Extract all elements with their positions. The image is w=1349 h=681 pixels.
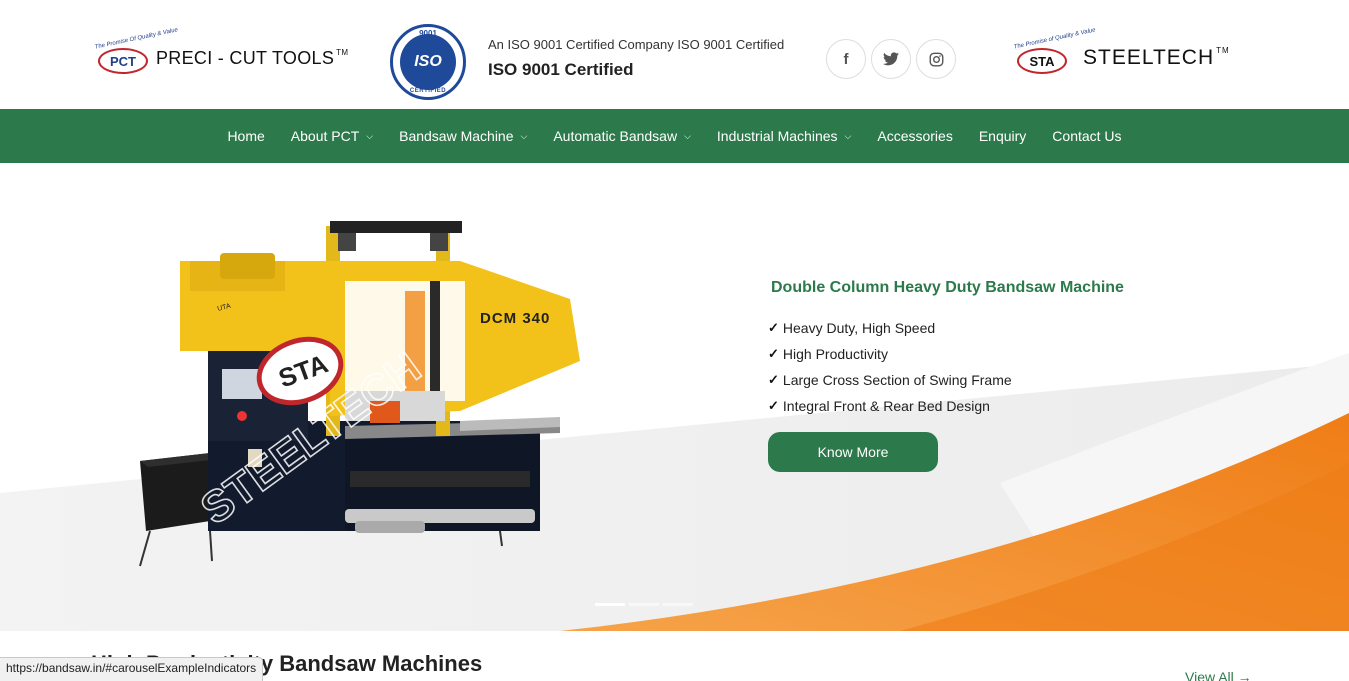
feature-item: ✓ High Productivity	[768, 346, 888, 362]
browser-status-url: https://bandsaw.in/#carouselExampleIndic…	[0, 657, 264, 681]
feature-item: ✓ Large Cross Section of Swing Frame	[768, 372, 1012, 388]
pct-brand-name: PRECI - CUT TOOLS TM	[156, 47, 349, 68]
nav-item-automatic-bandsaw[interactable]: Automatic Bandsaw ⌵	[540, 128, 704, 144]
iso-title: ISO 9001 Certified	[488, 60, 634, 79]
bandsaw-machine-image: STA UTA DCM 340 STEELTECH	[139, 221, 580, 567]
feature-list: ✓ Heavy Duty, High Speed ✓ High Productivi…	[768, 315, 1012, 419]
checkmark-icon: ✓	[768, 398, 779, 413]
carousel-indicator[interactable]	[629, 603, 659, 606]
facebook-icon: f	[843, 50, 849, 68]
social-links: f	[826, 39, 956, 79]
sta-seal-text: STA	[1017, 48, 1067, 74]
iso-badge-center: ISO	[400, 34, 456, 90]
checkmark-icon: ✓	[768, 372, 779, 387]
twitter-icon	[883, 52, 899, 66]
hero-title: Double Column Heavy Duty Bandsaw Machine	[771, 279, 1124, 296]
machine-model-label: DCM 340	[480, 310, 550, 327]
iso-badge-number: 9001	[419, 29, 437, 38]
iso-badge-main: ISO	[414, 53, 442, 70]
nav-item-bandsaw-machine[interactable]: Bandsaw Machine ⌵	[386, 128, 540, 144]
trademark-mark: TM	[336, 47, 349, 57]
chevron-down-icon: ⌵	[366, 130, 374, 141]
instagram-icon	[929, 52, 943, 66]
instagram-link[interactable]	[916, 39, 956, 79]
checkmark-icon: ✓	[768, 320, 779, 335]
nav-item-about-pct[interactable]: About PCT ⌵	[278, 128, 386, 144]
hero-carousel: STA UTA DCM 340 STEELTECH Double Column …	[0, 163, 1349, 631]
sta-seal: The Promise of Quality & Value STA	[1011, 27, 1096, 76]
nav-item-accessories[interactable]: Accessories	[864, 128, 965, 144]
nav-item-industrial-machines[interactable]: Industrial Machines ⌵	[704, 128, 864, 144]
chevron-down-icon: ⌵	[684, 130, 691, 141]
pct-seal-text: PCT	[98, 48, 148, 74]
chevron-down-icon: ⌵	[520, 130, 528, 141]
site-header: The Promise Of Quality & Value PCT PRECI…	[0, 0, 1349, 109]
iso-badge-caption: CERTIFIED	[409, 88, 447, 94]
chevron-down-icon: ⌵	[844, 130, 852, 141]
nav-item-contact-us[interactable]: Contact Us	[1039, 128, 1134, 144]
facebook-link[interactable]: f	[826, 39, 866, 79]
trademark-mark: TM	[1216, 46, 1230, 55]
nav-item-enquiry[interactable]: Enquiry	[966, 128, 1039, 144]
sta-logo[interactable]: The Promise of Quality & Value STA STEEL…	[1011, 27, 1230, 76]
carousel-indicators	[595, 603, 693, 606]
sta-brand-name: STEELTECH TM	[1083, 46, 1230, 69]
view-all-link[interactable]: View All →	[1185, 669, 1252, 681]
iso-subtitle: An ISO 9001 Certified Company ISO 9001 C…	[488, 37, 785, 52]
main-nav: Home About PCT ⌵ Bandsaw Machine ⌵ Automat…	[0, 109, 1349, 163]
iso-text-block: An ISO 9001 Certified Company ISO 9001 C…	[488, 37, 784, 80]
carousel-indicator[interactable]	[595, 603, 625, 606]
carousel-indicator[interactable]	[663, 603, 693, 606]
iso-certified-badge: 9001 ISO CERTIFIED	[390, 24, 466, 100]
feature-item: ✓ Heavy Duty, High Speed	[768, 320, 936, 336]
pct-seal: The Promise Of Quality & Value PCT	[92, 27, 179, 76]
checkmark-icon: ✓	[768, 346, 779, 361]
feature-item: ✓ Integral Front & Rear Bed Design	[768, 398, 990, 414]
page: The Promise Of Quality & Value PCT PRECI…	[0, 0, 1349, 681]
pct-logo[interactable]: The Promise Of Quality & Value PCT PRECI…	[92, 27, 349, 76]
twitter-link[interactable]	[871, 39, 911, 79]
nav-item-home[interactable]: Home	[214, 128, 277, 144]
know-more-button[interactable]: Know More	[768, 432, 938, 472]
